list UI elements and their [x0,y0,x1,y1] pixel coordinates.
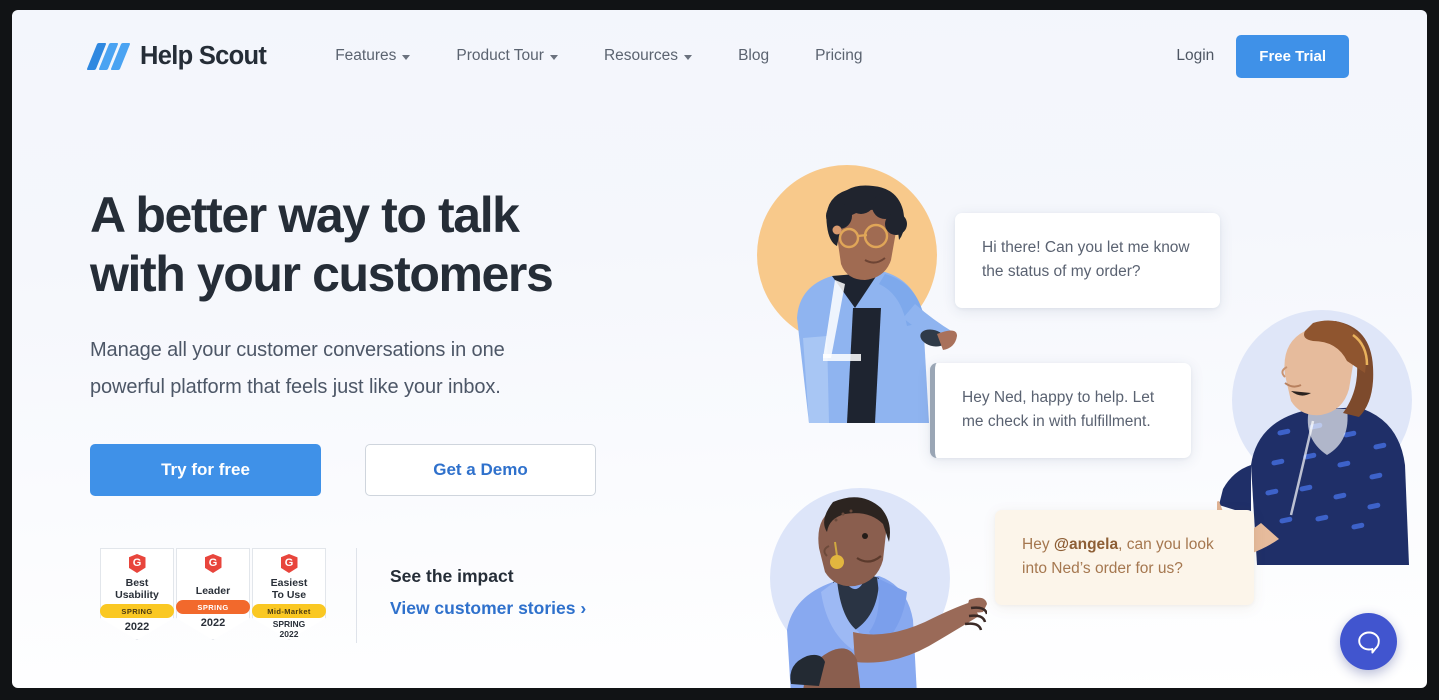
g2-badge-best-usability[interactable]: G Best Usability SPRING 2022 [100,548,174,640]
social-proof-row: G Best Usability SPRING 2022 G Leader SP… [100,548,586,643]
logo-wordmark: Help Scout [140,41,267,70]
badge-year: 2022 [124,621,150,634]
nav-item-pricing[interactable]: Pricing [792,37,885,75]
try-for-free-button[interactable]: Try for free [90,444,321,496]
chevron-down-icon [549,55,558,60]
nav-item-label: Product Tour [456,47,544,64]
g2-badge-leader[interactable]: G Leader SPRING 2022 [176,548,250,640]
g2-logo-icon: G [280,554,298,573]
help-scout-logo[interactable]: Help Scout [86,41,267,71]
view-customer-stories-link[interactable]: View customer stories › [390,598,586,619]
nav-item-resources[interactable]: Resources [581,37,715,75]
badge-ribbon: SPRING [176,600,250,615]
nav-item-blog[interactable]: Blog [715,37,792,75]
badge-year: 2022 [200,617,226,630]
nav-item-label: Resources [603,47,679,64]
hero-copy: A better way to talk with your customers… [90,186,650,496]
badge-title: Best Usability [115,577,159,602]
illustration-person-earring [787,497,987,688]
help-scout-logo-icon [86,42,132,70]
badge-ribbon: Mid-Market [252,604,326,619]
primary-navigation: Features Product Tour Resources Blog Pri… [312,37,885,75]
g2-badge-easiest-to-use[interactable]: G Easiest To Use Mid-Market SPRING 2022 [252,548,326,640]
chat-bubble-icon [1357,631,1380,654]
note-prefix: Hey [1022,536,1054,553]
nav-item-label: Blog [738,47,770,64]
login-link[interactable]: Login [1176,47,1214,65]
g2-logo-icon: G [128,554,146,573]
chat-bubble-agent: Hey Ned, happy to help. Let me check in … [930,363,1191,458]
browser-frame: Help Scout Features Product Tour Resourc… [0,0,1439,700]
chat-bubble-internal-note: Hey @angela, can you look into Ned’s ord… [995,510,1254,605]
mention-angela: @angela [1053,536,1119,553]
hero-subhead: Manage all your customer conversations i… [90,339,505,398]
illustration-person-glasses [797,185,957,423]
page-canvas: Help Scout Features Product Tour Resourc… [12,10,1427,688]
hero-cta-row: Try for free Get a Demo [90,444,650,496]
chat-bubble-customer: Hi there! Can you let me know the status… [955,213,1220,308]
badge-title: Leader [195,585,231,597]
get-a-demo-button[interactable]: Get a Demo [365,444,596,496]
header-actions: Login Free Trial [1176,34,1349,78]
badge-year: SPRING 2022 [272,619,306,639]
g2-badge-group: G Best Usability SPRING 2022 G Leader SP… [100,548,326,640]
beacon-chat-button[interactable] [1340,613,1397,670]
free-trial-button[interactable]: Free Trial [1236,34,1349,78]
page-title: A better way to talk with your customers [90,187,554,302]
chevron-down-icon [684,55,693,60]
g2-logo-icon: G [204,554,222,573]
vertical-divider [356,548,357,643]
nav-item-features[interactable]: Features [312,37,433,75]
impact-block: See the impact View customer stories › [390,548,586,619]
badge-title: Easiest To Use [270,577,308,602]
chevron-down-icon [402,55,411,60]
nav-item-label: Pricing [815,47,863,64]
site-header: Help Scout Features Product Tour Resourc… [12,10,1427,102]
nav-item-product-tour[interactable]: Product Tour [433,37,581,75]
badge-ribbon: SPRING [100,604,174,619]
impact-title: See the impact [390,566,514,586]
nav-item-label: Features [335,47,397,64]
